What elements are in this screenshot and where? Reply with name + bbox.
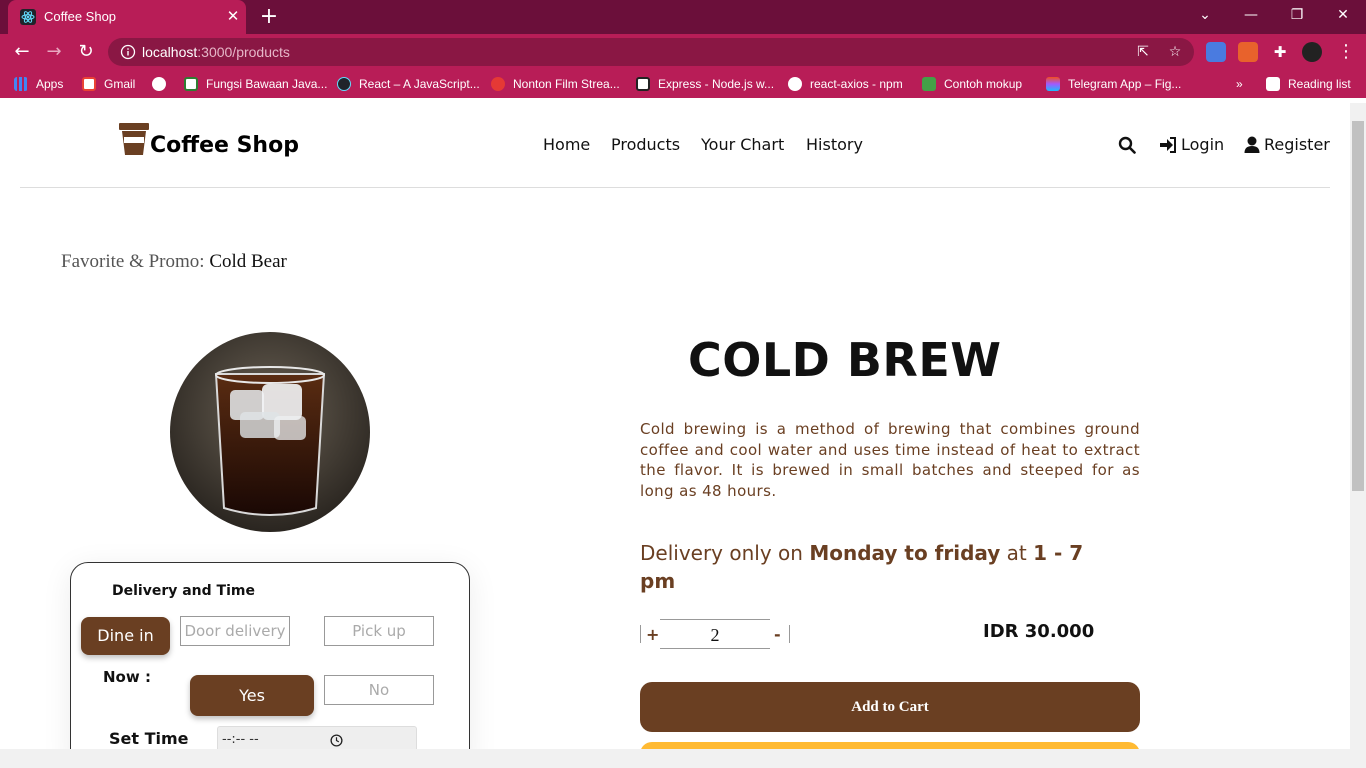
bookmark-gmail[interactable]: Gmail [82, 76, 135, 92]
product-description: Cold brewing is a method of brewing that… [640, 420, 1140, 500]
register-link[interactable]: Register [1264, 135, 1330, 154]
share-icon[interactable]: ⇱ [1134, 43, 1152, 61]
site-icon [184, 77, 198, 91]
nav-history[interactable]: History [806, 135, 863, 154]
stepper-divider [789, 625, 790, 643]
film-icon [491, 77, 505, 91]
breadcrumb-current: Cold Bear [209, 251, 287, 272]
puzzle-icon[interactable]: ✚ [1268, 41, 1292, 63]
minimize-icon[interactable]: — [1228, 0, 1274, 30]
back-icon[interactable]: ← [10, 41, 34, 63]
browser-tabbar: Coffee Shop ✕ + ⌄ — ❐ ✕ [0, 0, 1366, 34]
reload-icon[interactable]: ↻ [74, 41, 98, 63]
now-label: Now : [103, 668, 151, 686]
bookmark-film[interactable]: Nonton Film Strea... [491, 76, 620, 92]
menu-icon[interactable]: ⋮ [1334, 41, 1358, 63]
url-field[interactable]: localhost:3000/products ⇱ ☆ [108, 38, 1194, 66]
breadcrumb: Favorite & Promo: Cold Bear [61, 251, 287, 273]
bookmarks-bar: Apps Gmail Fungsi Bawaan Java... React –… [0, 70, 1366, 98]
close-tab-icon[interactable]: ✕ [224, 7, 242, 25]
mokup-icon [922, 77, 936, 91]
bookmark-globe[interactable] [152, 76, 174, 92]
delivery-card: Delivery and Time Dine in Door delivery … [70, 562, 470, 749]
scroll-thumb[interactable] [1352, 121, 1364, 491]
bookmark-figma[interactable]: Telegram App – Fig... [1046, 76, 1181, 92]
dine-in-button[interactable]: Dine in [81, 617, 170, 655]
reading-list[interactable]: Reading list [1266, 76, 1351, 92]
pick-up-button[interactable]: Pick up [324, 616, 434, 646]
header-divider [20, 187, 1330, 188]
bookmark-apps[interactable]: Apps [14, 76, 63, 92]
add-to-cart-button[interactable]: Add to Cart [640, 682, 1140, 732]
page: Coffee Shop Home Products Your Chart His… [0, 103, 1350, 749]
nav-products[interactable]: Products [611, 135, 680, 154]
increment-button[interactable]: + [646, 625, 659, 644]
stepper-divider [640, 625, 641, 643]
door-delivery-button[interactable]: Door delivery [180, 616, 290, 646]
bookmark-axios[interactable]: react-axios - npm [788, 76, 903, 92]
vertical-scrollbar[interactable] [1350, 103, 1366, 749]
avatar[interactable] [1302, 42, 1322, 62]
globe-icon [152, 77, 166, 91]
star-icon[interactable]: ☆ [1166, 43, 1184, 61]
figma-icon [1046, 77, 1060, 91]
translate-icon[interactable] [1206, 42, 1226, 62]
reading-list-icon [1266, 77, 1280, 91]
breadcrumb-prefix[interactable]: Favorite & Promo: [61, 251, 205, 272]
quantity-stepper: + 2 - [640, 619, 790, 649]
restore-icon[interactable]: ❐ [1274, 0, 1320, 30]
user-icon [1244, 136, 1260, 153]
brand-name[interactable]: Coffee Shop [150, 133, 299, 158]
bookmarks-overflow-icon[interactable]: » [1236, 76, 1243, 92]
forward-icon[interactable]: → [42, 41, 66, 63]
login-icon [1160, 137, 1176, 153]
tab-search-icon[interactable]: ⌄ [1182, 0, 1228, 30]
react-icon [337, 77, 351, 91]
secondary-action-button[interactable] [640, 742, 1140, 749]
bookmark-mokup[interactable]: Contoh mokup [922, 76, 1022, 92]
tab-title: Coffee Shop [44, 9, 117, 24]
login-link[interactable]: Login [1181, 135, 1224, 154]
decrement-button[interactable]: - [774, 625, 781, 644]
nav-home[interactable]: Home [543, 135, 590, 154]
search-icon[interactable] [1118, 135, 1136, 155]
product-image [170, 332, 370, 532]
url-text: localhost:3000/products [142, 44, 290, 60]
horizontal-scrollbar[interactable] [0, 749, 1366, 768]
now-no-button[interactable]: No [324, 675, 434, 705]
time-input-value: --:-- -- [222, 732, 259, 747]
bookmark-fungsi[interactable]: Fungsi Bawaan Java... [184, 76, 327, 92]
quantity-value[interactable]: 2 [660, 619, 770, 649]
address-bar: ← → ↻ localhost:3000/products ⇱ ☆ ✚ ⋮ [0, 34, 1366, 70]
react-icon [20, 9, 36, 25]
bookmark-react[interactable]: React – A JavaScript... [337, 76, 480, 92]
apps-grid-icon [14, 77, 28, 91]
delivery-info: Delivery only on Monday to friday at 1 -… [640, 541, 1084, 593]
product-price: IDR 30.000 [983, 621, 1095, 642]
now-yes-button[interactable]: Yes [190, 675, 314, 716]
bookmark-express[interactable]: Express - Node.js w... [636, 76, 774, 92]
globe-icon [788, 77, 802, 91]
time-input[interactable]: --:-- -- [217, 726, 417, 749]
browser-tab[interactable]: Coffee Shop ✕ [8, 0, 246, 34]
coffee-cup-icon [119, 123, 149, 155]
extension-icon[interactable] [1238, 42, 1258, 62]
set-time-label: Set Time [109, 729, 189, 748]
clock-icon[interactable] [330, 734, 343, 747]
info-icon [120, 44, 136, 60]
delivery-card-title: Delivery and Time [112, 583, 255, 599]
express-icon [636, 77, 650, 91]
new-tab-icon[interactable]: + [258, 6, 280, 28]
gmail-icon [82, 77, 96, 91]
nav-your-chart[interactable]: Your Chart [701, 135, 784, 154]
product-name: COLD BREW [688, 333, 1002, 387]
window-close-icon[interactable]: ✕ [1320, 0, 1366, 30]
